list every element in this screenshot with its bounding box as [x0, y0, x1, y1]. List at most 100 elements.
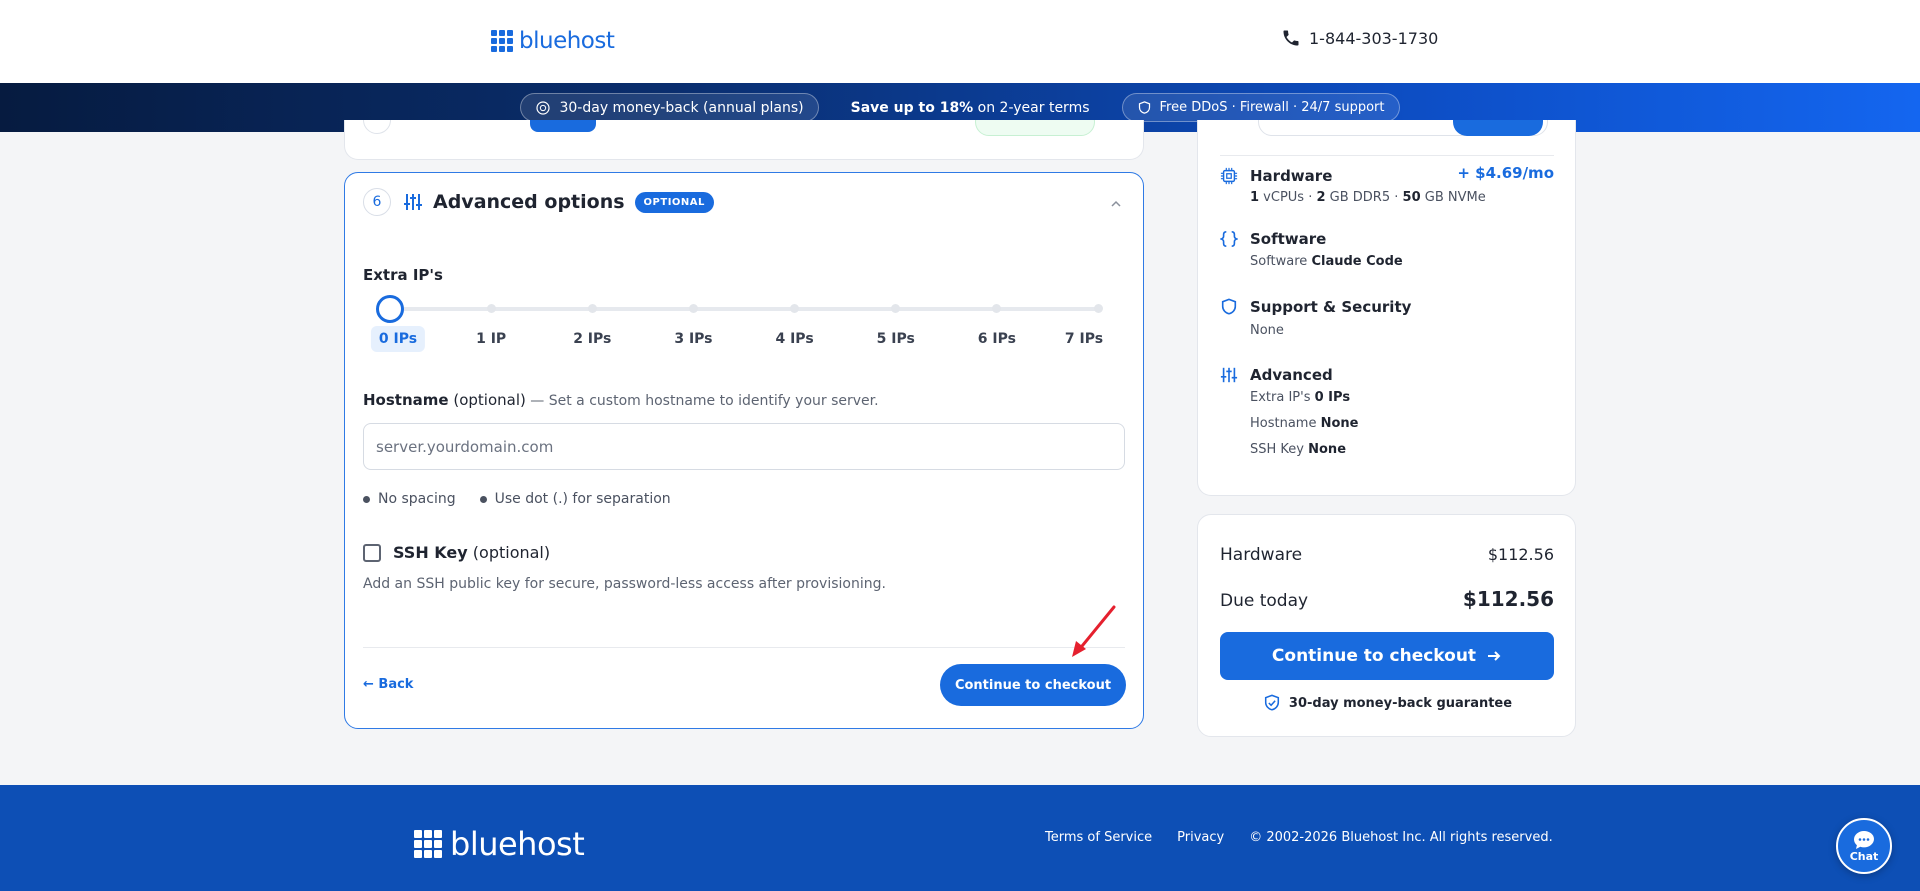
sliders-icon: [1220, 367, 1238, 383]
back-link[interactable]: ← Back: [363, 677, 413, 692]
rule-dot-separation: Use dot (.) for separation: [479, 491, 671, 507]
bluehost-grid-icon: [414, 830, 442, 858]
ip-option-6[interactable]: 6 IPs: [970, 326, 1024, 352]
slider-tick[interactable]: [790, 304, 800, 313]
terms-link[interactable]: Terms of Service: [1045, 830, 1152, 845]
rule-no-spacing: No spacing: [363, 491, 456, 507]
footer-logo-text: bluehost: [450, 825, 585, 863]
ip-option-7[interactable]: 7 IPs: [1057, 326, 1111, 352]
slider-tick[interactable]: [992, 304, 1002, 313]
ddos-text: Free DDoS · Firewall · 24/7 support: [1159, 100, 1385, 115]
summary-hostname: Hostname None: [1250, 416, 1359, 431]
ssh-key-label[interactable]: SSH Key (optional): [393, 543, 550, 562]
sliders-icon: [404, 194, 422, 210]
ip-option-1[interactable]: 1 IP: [468, 326, 514, 352]
phone-number: 1-844-303-1730: [1309, 28, 1439, 48]
continue-to-checkout-button[interactable]: Continue to checkout: [940, 664, 1126, 706]
totals-hardware-row: Hardware $112.56: [1220, 545, 1554, 565]
extra-ips-prefix: Extra IP's: [1250, 390, 1315, 405]
optional-badge: OPTIONAL: [634, 191, 714, 213]
site-footer: bluehost Terms of Service Privacy © 2002…: [0, 785, 1920, 891]
ip-option-3[interactable]: 3 IPs: [666, 326, 720, 352]
divider: [1220, 155, 1554, 156]
spec-separator: ·: [1390, 190, 1403, 205]
ddos-pill: Free DDoS · Firewall · 24/7 support: [1121, 93, 1400, 122]
continue-label: Continue to checkout: [1271, 646, 1477, 666]
previous-step-card: [344, 120, 1144, 160]
bullet-dot: [363, 495, 370, 503]
site-header: bluehost 1-844-303-1730: [0, 0, 1920, 83]
ssh-key-label-bold: SSH Key: [393, 543, 468, 562]
disk-unit: GB NVMe: [1420, 190, 1486, 205]
totals-hardware-label: Hardware: [1220, 545, 1303, 565]
privacy-link[interactable]: Privacy: [1177, 830, 1224, 845]
extra-ips-value: 0 IPs: [1314, 390, 1351, 405]
bluehost-grid-icon: [491, 30, 513, 52]
ip-option-2[interactable]: 2 IPs: [565, 326, 619, 352]
slider-tick[interactable]: [688, 304, 698, 313]
save-rest: on 2-year terms: [973, 99, 1090, 116]
advanced-options-title: Advanced options: [433, 191, 625, 213]
money-back-pill: 30-day money-back (annual plans): [520, 93, 819, 122]
ssh-key-checkbox[interactable]: [363, 543, 381, 562]
advanced-options-card: 6 Advanced options OPTIONAL Extra IP's H…: [344, 172, 1144, 729]
previous-step-button[interactable]: [530, 120, 596, 132]
order-summary-card: Hardware + $4.69/mo 1 vCPUs · 2 GB DDR5 …: [1197, 120, 1576, 496]
code-braces-icon: [1220, 230, 1238, 248]
hostname-rules: No spacing Use dot (.) for separation: [363, 491, 671, 507]
summary-advanced-title: Advanced: [1250, 366, 1333, 384]
hostname-input[interactable]: [363, 423, 1125, 470]
summary-support-value: None: [1250, 323, 1284, 338]
ram-unit: GB DDR5: [1325, 190, 1391, 205]
ssh-key-description: Add an SSH public key for secure, passwo…: [363, 576, 886, 592]
hostname-value: None: [1320, 416, 1359, 431]
due-today-label: Due today: [1220, 591, 1309, 611]
hostname-label-bold: Hostname: [363, 391, 449, 409]
shield-icon: [1221, 298, 1237, 315]
extra-ips-slider-handle[interactable]: [376, 295, 404, 323]
ip-option-0[interactable]: 0 IPs: [370, 326, 426, 352]
ssh-key-optional: (optional): [472, 543, 551, 562]
arrow-right-icon: [1488, 651, 1501, 661]
summary-software-value: Software Claude Code: [1250, 254, 1403, 269]
hostname-hint: — Set a custom hostname to identify your…: [525, 393, 879, 409]
slider-tick[interactable]: [891, 304, 901, 313]
shield-icon: [1138, 101, 1150, 114]
bullet-dot: [479, 495, 487, 503]
summary-top-button[interactable]: [1453, 120, 1543, 136]
disk-amount: 50: [1402, 190, 1421, 205]
logo-text: bluehost: [519, 28, 615, 54]
chat-button[interactable]: Chat: [1836, 818, 1892, 874]
slider-tick[interactable]: [587, 304, 597, 313]
divider: [363, 647, 1125, 648]
step-number: 6: [363, 188, 391, 216]
advanced-options-header[interactable]: 6 Advanced options OPTIONAL: [363, 188, 714, 216]
copyright-text: © 2002-2026 Bluehost Inc. All rights res…: [1249, 830, 1553, 845]
previous-step-number: [363, 120, 391, 134]
chat-label: Chat: [1849, 849, 1879, 863]
ip-option-4[interactable]: 4 IPs: [767, 326, 821, 352]
save-text: Save up to 18% on 2-year terms: [851, 100, 1090, 116]
software-prefix: Software: [1250, 254, 1312, 269]
phone-link[interactable]: 1-844-303-1730: [1281, 28, 1438, 48]
cpu-icon: [1220, 167, 1238, 185]
ip-option-5[interactable]: 5 IPs: [869, 326, 923, 352]
money-back-guarantee: 30-day money-back guarantee: [1198, 694, 1577, 712]
due-today-value: $112.56: [1462, 587, 1554, 611]
vcpu-count: 1: [1250, 190, 1260, 205]
footer-links: Terms of Service Privacy © 2002-2026 Blu…: [1045, 830, 1553, 845]
bluehost-logo[interactable]: bluehost: [491, 28, 615, 54]
chevron-up-icon[interactable]: [1111, 199, 1121, 209]
footer-logo[interactable]: bluehost: [414, 825, 585, 863]
phone-icon: [1283, 30, 1299, 46]
slider-tick[interactable]: [486, 304, 496, 313]
hostname-optional: (optional): [453, 391, 526, 409]
previous-step-status: [975, 120, 1095, 136]
summary-software-title: Software: [1250, 230, 1327, 248]
slider-tick[interactable]: [1093, 304, 1103, 313]
continue-to-checkout-main-button[interactable]: Continue to checkout: [1220, 632, 1554, 680]
hostname-prefix: Hostname: [1250, 416, 1321, 431]
summary-ssh-key: SSH Key None: [1250, 442, 1346, 457]
guarantee-text: 30-day money-back guarantee: [1288, 695, 1513, 711]
summary-extra-ips: Extra IP's 0 IPs: [1250, 390, 1350, 405]
